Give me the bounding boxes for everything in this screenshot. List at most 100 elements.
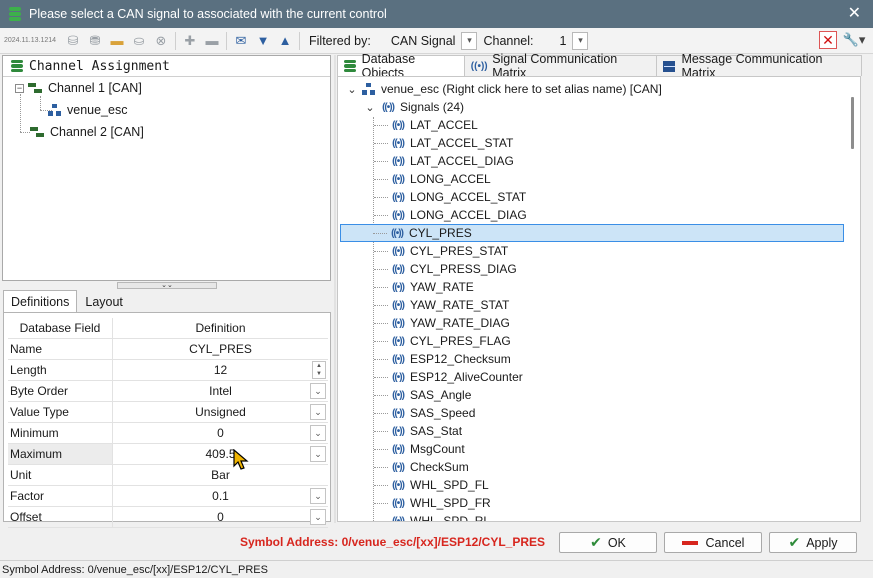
grid-row-length[interactable]: Length 12 ▲ ▼	[8, 360, 328, 381]
signal-tree-item[interactable]: ((•)) CYL_PRESS_DIAG	[374, 260, 517, 278]
chevron-down-icon[interactable]: ▾	[572, 31, 589, 50]
close-window-button[interactable]: ✕	[848, 4, 861, 24]
chevron-down-icon[interactable]: ▾	[461, 31, 478, 50]
chevron-down-icon[interactable]: ⌄	[310, 509, 326, 525]
signal-tree-item[interactable]: ((•)) CYL_PRES_FLAG	[374, 332, 511, 350]
collapse-icon[interactable]: −	[15, 83, 24, 93]
minus-icon[interactable]: ▬	[201, 31, 223, 51]
scrollbar-thumb[interactable]	[851, 97, 854, 149]
arrow-up-icon[interactable]: ▲	[274, 31, 296, 51]
signal-tree-item[interactable]: ((•)) WHL_SPD_FL	[374, 476, 489, 494]
grid-row-maximum[interactable]: Maximum 409.5 ⌄	[8, 444, 328, 465]
remove-database-icon[interactable]: ⛀	[128, 31, 150, 51]
tab-signal-communication-matrix[interactable]: ((•)) Signal Communication Matrix	[464, 52, 657, 80]
signal-tree-item[interactable]: ((•)) SAS_Stat	[374, 422, 462, 440]
chevron-down-icon[interactable]: ⌄	[310, 404, 326, 420]
signal-tree-item[interactable]: ((•)) ESP12_Checksum	[374, 350, 511, 368]
grid-row-unit[interactable]: Unit Bar	[8, 465, 328, 486]
signal-icon: ((•))	[470, 60, 488, 72]
vertical-splitter[interactable]	[334, 55, 336, 523]
open-folder-icon[interactable]: ▬	[106, 31, 128, 51]
filter-select[interactable]: CAN Signal ▾	[379, 31, 478, 51]
grid-row-byte-order[interactable]: Byte Order Intel ⌄	[8, 381, 328, 402]
grid-row-offset[interactable]: Offset 0 ⌄	[8, 507, 328, 528]
factor-select[interactable]: 0.1 ⌄	[113, 486, 328, 506]
field-value[interactable]: Bar	[113, 465, 328, 485]
add-database-icon[interactable]: ⛁	[62, 31, 84, 51]
signal-tree-item[interactable]: ((•)) YAW_RATE_DIAG	[374, 314, 510, 332]
tree-root-node[interactable]: ⌄ venue_esc (Right click here to set ali…	[346, 80, 661, 98]
delete-icon[interactable]: ✕	[819, 31, 837, 49]
checkmark-icon: ✔	[590, 534, 602, 550]
value-text: 0	[217, 426, 224, 440]
length-stepper[interactable]: 12 ▲ ▼	[113, 360, 328, 380]
cancel-label: Cancel	[705, 535, 745, 550]
ok-button[interactable]: ✔ OK	[559, 532, 657, 553]
wrench-icon[interactable]: 🔧▾	[841, 31, 867, 49]
maximum-select[interactable]: 409.5 ⌄	[113, 444, 328, 464]
field-value[interactable]: CYL_PRES	[113, 339, 328, 359]
signal-tree-item[interactable]: ((•)) CYL_PRES_STAT	[374, 242, 508, 260]
chevron-down-icon[interactable]: ⌄	[310, 488, 326, 504]
grid-row-name[interactable]: Name CYL_PRES	[8, 339, 328, 360]
signal-icon: ((•))	[392, 335, 405, 347]
chevron-down-icon[interactable]: ⌄	[310, 425, 326, 441]
tree-item-channel-1[interactable]: − Channel 1 [CAN]	[15, 78, 142, 98]
signal-tree-item[interactable]: ((•)) LONG_ACCEL_STAT	[374, 188, 526, 206]
tree-connector	[374, 250, 388, 252]
arrow-down-icon[interactable]: ▼	[252, 31, 274, 51]
signal-tree-item[interactable]: ((•)) LAT_ACCEL	[374, 116, 478, 134]
signal-tree-item[interactable]: ((•)) WHL_SPD_FR	[374, 494, 491, 512]
tree-connector	[374, 142, 388, 144]
chevron-down-icon[interactable]: ⌄	[310, 446, 326, 462]
window-title: Please select a CAN signal to associated…	[29, 7, 387, 21]
chevron-down-icon[interactable]: ⌄	[346, 83, 358, 96]
grid-row-value-type[interactable]: Value Type Unsigned ⌄	[8, 402, 328, 423]
byte-order-select[interactable]: Intel ⌄	[113, 381, 328, 401]
signal-icon: ((•))	[392, 371, 405, 383]
cancel-button[interactable]: Cancel	[664, 532, 762, 553]
signal-tree-item[interactable]: ((•)) CheckSum	[374, 458, 469, 476]
chevron-down-icon[interactable]: ⌄	[310, 383, 326, 399]
grid-row-minimum[interactable]: Minimum 0 ⌄	[8, 423, 328, 444]
signal-tree-item[interactable]: ((•)) WHL_SPD_RL	[374, 512, 490, 521]
message-icon[interactable]: ✉	[230, 31, 252, 51]
signal-tree-item[interactable]: ((•)) LAT_ACCEL_STAT	[374, 134, 513, 152]
signal-tree-item[interactable]: ((•)) LAT_ACCEL_DIAG	[374, 152, 514, 170]
signal-tree-item[interactable]: ((•)) SAS_Angle	[374, 386, 471, 404]
tree-item-venue-esc[interactable]: venue_esc	[48, 100, 127, 120]
spinner-icon[interactable]: ▲ ▼	[312, 361, 326, 379]
channel-select[interactable]: 1 ▾	[542, 31, 589, 51]
signal-icon: ((•))	[392, 407, 405, 419]
signal-tree-item[interactable]: ((•)) MsgCount	[374, 440, 465, 458]
clear-icon[interactable]: ⊗	[150, 31, 172, 51]
value-text: Unsigned	[195, 405, 246, 419]
signal-icon: ((•))	[392, 299, 405, 311]
tree-connector	[374, 304, 388, 306]
tree-item-channel-2[interactable]: Channel 2 [CAN]	[30, 122, 144, 142]
tab-database-objects[interactable]: Database Objects	[337, 52, 466, 80]
signal-tree-item[interactable]: ((•)) YAW_RATE_STAT	[374, 296, 509, 314]
splitter-handle[interactable]: ⌄⌄	[117, 282, 217, 289]
minimum-select[interactable]: 0 ⌄	[113, 423, 328, 443]
offset-select[interactable]: 0 ⌄	[113, 507, 328, 527]
grid-row-factor[interactable]: Factor 0.1 ⌄	[8, 486, 328, 507]
value-type-select[interactable]: Unsigned ⌄	[113, 402, 328, 422]
signal-tree-item[interactable]: ((•)) LONG_ACCEL	[374, 170, 491, 188]
signal-tree-item[interactable]: ((•)) LONG_ACCEL_DIAG	[374, 206, 527, 224]
tab-layout[interactable]: Layout	[77, 290, 131, 313]
apply-button[interactable]: ✔ Apply	[769, 532, 857, 553]
signal-tree-item[interactable]: ((•)) YAW_RATE	[374, 278, 474, 296]
channel-icon	[28, 83, 42, 93]
tab-message-communication-matrix[interactable]: Message Communication Matrix	[655, 52, 862, 80]
signal-tree-item[interactable]: ((•)) CYL_PRES	[340, 224, 844, 242]
signal-icon: ((•))	[392, 461, 405, 473]
chevron-down-icon[interactable]: ⌄	[364, 101, 376, 114]
tab-definitions[interactable]: Definitions	[3, 290, 78, 313]
add-node-icon[interactable]: ⛃	[84, 31, 106, 51]
signal-tree-item[interactable]: ((•)) ESP12_AliveCounter	[374, 368, 523, 386]
value-text: 0	[217, 510, 224, 524]
plus-icon[interactable]: ✚	[179, 31, 201, 51]
tree-signals-group[interactable]: ⌄ ((•)) Signals (24)	[364, 98, 464, 116]
signal-tree-item[interactable]: ((•)) SAS_Speed	[374, 404, 475, 422]
